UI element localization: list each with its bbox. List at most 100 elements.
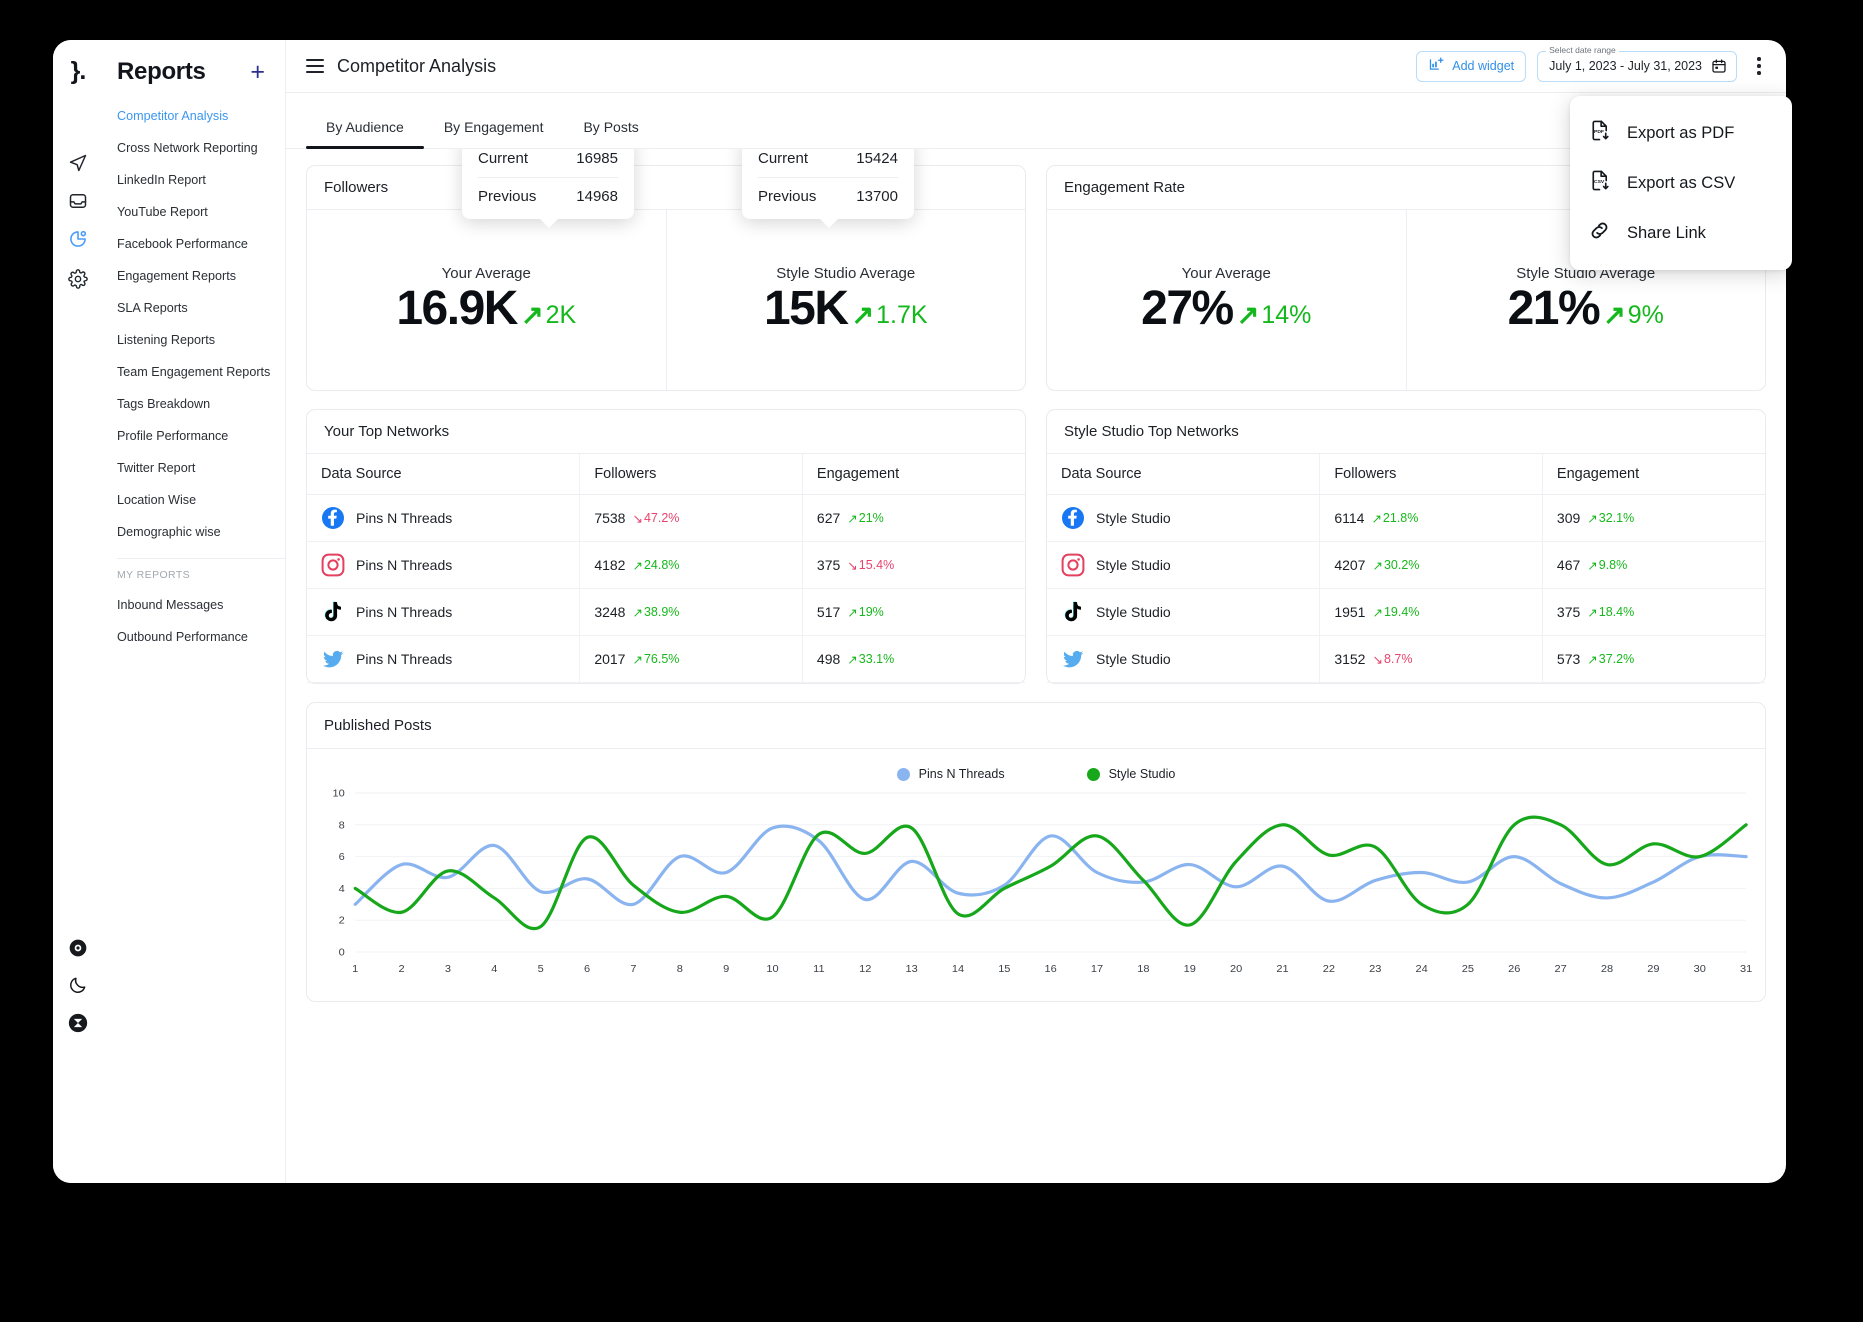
tooltip-current-row: Current 16985 (462, 149, 634, 177)
more-options-button[interactable] (1748, 52, 1770, 80)
y-axis-tick-label: 8 (339, 820, 345, 832)
sidebar-item-profile-performance[interactable]: Profile Performance (103, 420, 285, 452)
calendar-icon[interactable] (1711, 58, 1727, 74)
sidebar-item-engagement-reports[interactable]: Engagement Reports (103, 260, 285, 292)
sidebar-item-facebook-performance[interactable]: Facebook Performance (103, 228, 285, 260)
metric-label: Your Average (442, 265, 531, 282)
engagement-change-badge: ↗21% (847, 511, 884, 526)
trend-up-arrow-icon: ↗ (521, 302, 544, 329)
moon-icon[interactable] (65, 972, 91, 998)
engagement-value: 498 (817, 651, 840, 667)
trend-up-arrow-icon: ↗ (847, 652, 857, 667)
x-axis-tick-label: 19 (1184, 963, 1196, 975)
tiktok-icon (1061, 600, 1085, 624)
share-link-item[interactable]: Share Link (1570, 208, 1792, 258)
export-as-csv-item[interactable]: CSV Export as CSV (1570, 158, 1792, 208)
data-source-label: Pins N Threads (356, 651, 452, 667)
legend-label: Pins N Threads (919, 767, 1005, 781)
metric-label: Style Studio Average (776, 265, 915, 282)
y-axis-tick-label: 4 (339, 883, 345, 895)
sidebar-item-linkedin-report[interactable]: LinkedIn Report (103, 164, 285, 196)
metric-value: 16.9K (396, 284, 517, 334)
metric-delta-value: 14% (1261, 301, 1311, 330)
y-axis-tick-label: 2 (339, 915, 345, 927)
table-row[interactable]: Style Studio1951↗19.4%375↗18.4% (1047, 589, 1765, 636)
column-header-engagement[interactable]: Engagement (802, 454, 1025, 495)
add-report-button[interactable]: + (248, 60, 267, 85)
user-avatar-icon[interactable] (65, 1010, 91, 1036)
followers-card: Followers Your Average 16.9K ↗ 2K (306, 165, 1026, 391)
sidebar-title: Reports (117, 58, 206, 86)
table-row[interactable]: Style Studio3152↘8.7%573↗37.2% (1047, 636, 1765, 683)
metric-value: 27% (1141, 284, 1233, 334)
sidebar-item-listening-reports[interactable]: Listening Reports (103, 324, 285, 356)
metric-delta: ↗ 9% (1603, 301, 1664, 330)
sidebar-item-location-wise[interactable]: Location Wise (103, 484, 285, 516)
trend-up-arrow-icon: ↗ (632, 652, 642, 667)
cell-engagement: 627↗21% (802, 495, 1025, 542)
sidebar-item-twitter-report[interactable]: Twitter Report (103, 452, 285, 484)
legend-entry-style-studio[interactable]: Style Studio (1087, 767, 1176, 781)
hamburger-menu-icon[interactable] (306, 59, 324, 73)
brand-logo-icon[interactable]: }. (65, 58, 91, 84)
send-icon[interactable] (65, 150, 91, 176)
facebook-icon (321, 506, 345, 530)
sidebar-item-competitor-analysis[interactable]: Competitor Analysis (103, 100, 285, 132)
tooltip-previous-value: 14968 (576, 188, 618, 205)
tab-by-posts[interactable]: By Posts (563, 119, 658, 148)
inbox-icon[interactable] (65, 188, 91, 214)
sidebar-item-inbound-messages[interactable]: Inbound Messages (103, 589, 285, 621)
sidebar-item-sla-reports[interactable]: SLA Reports (103, 292, 285, 324)
table-row[interactable]: Style Studio4207↗30.2%467↗9.8% (1047, 542, 1765, 589)
column-header-data-source[interactable]: Data Source (307, 454, 580, 495)
table-row[interactable]: Pins N Threads2017↗76.5%498↗33.1% (307, 636, 1025, 683)
reports-pie-icon[interactable] (65, 226, 91, 252)
x-axis-tick-label: 29 (1647, 963, 1659, 975)
add-widget-label: Add widget (1452, 59, 1514, 73)
x-axis-tick-label: 24 (1415, 963, 1427, 975)
series-line-style-studio[interactable] (355, 817, 1746, 928)
trend-up-arrow-icon: ↗ (1587, 511, 1597, 526)
metric-delta: ↗ 1.7K (852, 301, 928, 330)
engagement-change-value: 32.1% (1599, 511, 1634, 525)
icon-rail: }. (53, 40, 103, 1183)
tab-by-engagement[interactable]: By Engagement (424, 119, 564, 148)
x-axis-tick-label: 22 (1323, 963, 1335, 975)
twitter-icon (321, 647, 345, 671)
sidebar-group-label: MY REPORTS (103, 567, 285, 589)
trend-up-arrow-icon: ↗ (1587, 558, 1597, 573)
published-posts-chart: Pins N ThreadsStyle Studio 0246810123456… (307, 749, 1765, 1001)
date-range-picker[interactable]: Select date range July 1, 2023 - July 31… (1537, 51, 1737, 82)
legend-entry-pins-n-threads[interactable]: Pins N Threads (897, 767, 1005, 781)
lifebuoy-icon[interactable] (65, 935, 91, 961)
column-header-followers[interactable]: Followers (1320, 454, 1543, 495)
sidebar-item-tags-breakdown[interactable]: Tags Breakdown (103, 388, 285, 420)
cell-followers: 7538↘47.2% (580, 495, 803, 542)
cell-engagement: 375↘15.4% (802, 542, 1025, 589)
followers-change-value: 19.4% (1384, 605, 1419, 619)
sidebar-item-demographic-wise[interactable]: Demographic wise (103, 516, 285, 548)
table-row[interactable]: Style Studio6114↗21.8%309↗32.1% (1047, 495, 1765, 542)
followers-change-badge: ↗30.2% (1372, 558, 1419, 573)
gear-icon[interactable] (65, 266, 91, 292)
table-row[interactable]: Pins N Threads7538↘47.2%627↗21% (307, 495, 1025, 542)
cell-followers: 1951↗19.4% (1320, 589, 1543, 636)
sidebar-nav-list: Competitor AnalysisCross Network Reporti… (103, 100, 285, 548)
sidebar-item-outbound-performance[interactable]: Outbound Performance (103, 621, 285, 653)
sidebar-item-team-engagement-reports[interactable]: Team Engagement Reports (103, 356, 285, 388)
column-header-followers[interactable]: Followers (580, 454, 803, 495)
cell-engagement: 375↗18.4% (1542, 589, 1765, 636)
column-header-engagement[interactable]: Engagement (1542, 454, 1765, 495)
tab-by-audience[interactable]: By Audience (306, 119, 424, 148)
metric-delta-value: 1.7K (876, 301, 927, 330)
table-row[interactable]: Pins N Threads4182↗24.8%375↘15.4% (307, 542, 1025, 589)
sidebar-item-youtube-report[interactable]: YouTube Report (103, 196, 285, 228)
add-widget-button[interactable]: Add widget (1416, 51, 1526, 82)
export-as-pdf-item[interactable]: PDF Export as PDF (1570, 108, 1792, 158)
table-row[interactable]: Pins N Threads3248↗38.9%517↗19% (307, 589, 1025, 636)
x-axis-tick-label: 30 (1694, 963, 1706, 975)
cell-data-source: Pins N Threads (307, 495, 580, 542)
column-header-data-source[interactable]: Data Source (1047, 454, 1320, 495)
metric-delta-value: 9% (1628, 301, 1664, 330)
sidebar-item-cross-network-reporting[interactable]: Cross Network Reporting (103, 132, 285, 164)
